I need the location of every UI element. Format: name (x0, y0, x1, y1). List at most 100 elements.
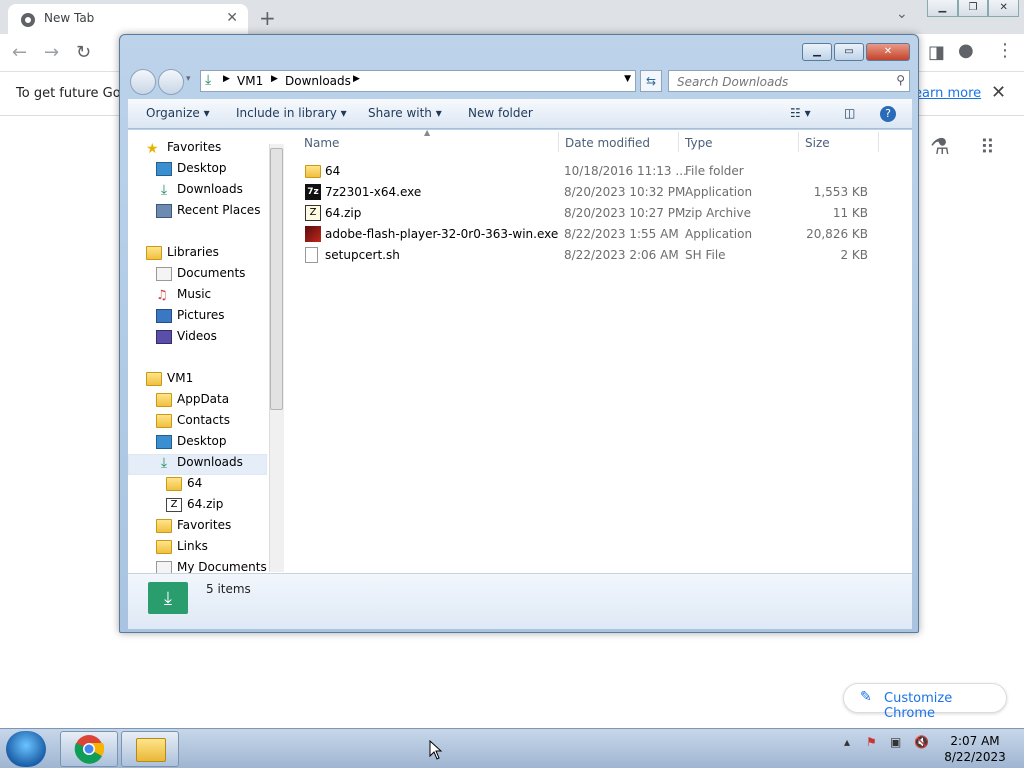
new-folder-button[interactable]: New folder (468, 106, 533, 120)
chevron-down-icon[interactable]: ▼ (624, 74, 631, 84)
file-icon (305, 247, 318, 263)
nav-label: Favorites (177, 518, 232, 532)
explorer-window-controls: ▁ ▭ ✕ (802, 43, 910, 61)
volume-muted-icon[interactable]: 🔇 (914, 735, 929, 749)
reload-icon[interactable]: ↻ (76, 42, 91, 63)
network-icon[interactable]: ▣ (890, 735, 901, 749)
explorer-maximize-button[interactable]: ▭ (834, 43, 864, 61)
include-in-library-button[interactable]: Include in library ▾ (236, 106, 347, 120)
column-name[interactable]: Name (304, 136, 339, 150)
start-button[interactable] (6, 731, 46, 767)
apps-icon[interactable]: ⠿ (980, 135, 995, 159)
organize-button[interactable]: Organize ▾ (146, 106, 210, 120)
nav-label: Desktop (177, 434, 227, 448)
nav-pictures[interactable]: Pictures (156, 308, 225, 329)
back-icon[interactable]: ← (12, 42, 27, 63)
nav-desktop[interactable]: Desktop (156, 161, 227, 182)
nav-desktop-vm1[interactable]: Desktop (156, 434, 227, 455)
pictures-icon (156, 308, 172, 323)
nav-libraries[interactable]: Libraries (146, 245, 219, 266)
column-type[interactable]: Type (685, 136, 713, 150)
nav-music[interactable]: ♫ Music (156, 287, 211, 308)
folder-icon (305, 165, 321, 178)
tab-search-icon[interactable]: ⌄ (896, 6, 908, 22)
help-icon[interactable]: ? (880, 106, 896, 122)
clock[interactable]: 2:07 AM 8/22/2023 (940, 733, 1010, 765)
nav-my-documents[interactable]: My Documents (156, 560, 267, 573)
chevron-right-icon[interactable]: ▶ (223, 74, 230, 84)
close-button[interactable]: ✕ (988, 0, 1020, 17)
file-type: Application (685, 185, 753, 199)
nav-appdata[interactable]: AppData (156, 392, 229, 413)
tab-title: New Tab (44, 11, 95, 25)
preview-pane-icon[interactable]: ◫ (844, 106, 855, 120)
minimize-button[interactable]: ▁ (927, 0, 958, 17)
column-separator[interactable] (558, 132, 559, 152)
file-date: 8/22/2023 1:55 AM (564, 227, 679, 241)
refresh-button[interactable]: ⇆ (640, 70, 662, 92)
file-row[interactable]: Z 64.zip 8/20/2023 10:27 PM zip Archive … (288, 203, 908, 224)
nav-documents[interactable]: Documents (156, 266, 245, 287)
downloads-icon: ⤓ (205, 72, 212, 88)
learn-more-link[interactable]: earn more (914, 86, 981, 101)
file-row[interactable]: setupcert.sh 8/22/2023 2:06 AM SH File 2… (288, 245, 908, 266)
breadcrumb-downloads[interactable]: Downloads (285, 74, 351, 88)
customize-chrome-button[interactable]: ✎ Customize Chrome (843, 683, 1007, 721)
search-input[interactable] (675, 74, 875, 90)
address-bar[interactable]: ⤓ ▶ VM1 ▶ Downloads ▶ ▼ (200, 70, 636, 92)
nav-links[interactable]: Links (156, 539, 208, 560)
back-button[interactable] (130, 69, 156, 95)
nav-favorites[interactable]: ★ Favorites (146, 140, 221, 161)
action-center-icon[interactable]: ⚑ (866, 735, 877, 749)
taskbar-explorer-button[interactable] (121, 731, 179, 767)
column-separator[interactable] (678, 132, 679, 152)
nav-scrollbar-thumb[interactable] (270, 148, 283, 410)
restore-button[interactable]: ❐ (957, 0, 989, 17)
column-size[interactable]: Size (805, 136, 830, 150)
nav-downloads[interactable]: ⤓ Downloads (156, 182, 243, 203)
chevron-right-icon[interactable]: ▶ (271, 74, 278, 84)
close-infobar-icon[interactable]: ✕ (991, 82, 1006, 103)
folder-icon (156, 518, 172, 533)
new-tab-button[interactable]: + (259, 6, 276, 30)
column-separator[interactable] (878, 132, 879, 152)
nav-label: Contacts (177, 413, 230, 427)
forward-button[interactable] (158, 69, 184, 95)
nav-label: Links (177, 539, 208, 553)
nav-sub-64[interactable]: 64 (166, 476, 202, 497)
recent-pages-icon[interactable]: ▾ (186, 74, 191, 84)
recent-places-icon (156, 203, 172, 218)
star-icon: ★ (146, 140, 159, 157)
menu-icon[interactable]: ⋮ (996, 40, 1014, 61)
column-date-modified[interactable]: Date modified (565, 136, 650, 150)
nav-downloads-vm1[interactable]: ⤓ Downloads (128, 454, 267, 475)
file-size: 20,826 KB (806, 227, 868, 241)
chevron-right-icon[interactable]: ▶ (353, 74, 360, 84)
nav-videos[interactable]: Videos (156, 329, 217, 350)
nav-favorites-vm1[interactable]: Favorites (156, 518, 231, 539)
file-row[interactable]: 64 10/18/2016 11:13 ... File folder (288, 161, 908, 182)
nav-vm1[interactable]: VM1 (146, 371, 193, 392)
close-tab-icon[interactable]: ✕ (226, 10, 238, 26)
search-box[interactable]: ⚲ (668, 70, 910, 92)
profile-icon[interactable]: ● (958, 40, 974, 61)
nav-contacts[interactable]: Contacts (156, 413, 230, 434)
nav-recent-places[interactable]: Recent Places (156, 203, 260, 224)
clock-time: 2:07 AM (950, 734, 1000, 748)
explorer-close-button[interactable]: ✕ (866, 43, 910, 61)
taskbar-chrome-button[interactable] (60, 731, 118, 767)
column-separator[interactable] (798, 132, 799, 152)
explorer-minimize-button[interactable]: ▁ (802, 43, 832, 61)
show-hidden-icons[interactable]: ▴ (844, 735, 850, 749)
forward-icon[interactable]: → (44, 42, 59, 63)
file-row[interactable]: 7z 7z2301-x64.exe 8/20/2023 10:32 PM App… (288, 182, 908, 203)
share-with-button[interactable]: Share with ▾ (368, 106, 442, 120)
file-name: setupcert.sh (325, 248, 400, 262)
file-row[interactable]: adobe-flash-player-32-0r0-363-win.exe 8/… (288, 224, 908, 245)
breadcrumb-vm1[interactable]: VM1 (237, 74, 263, 88)
labs-icon[interactable]: ⚗ (930, 135, 950, 160)
nav-sub-64zip[interactable]: Z 64.zip (166, 497, 223, 518)
view-options-icon[interactable]: ☷ ▾ (790, 106, 811, 120)
tab-new-tab[interactable]: New Tab ✕ (8, 4, 248, 34)
side-panel-icon[interactable]: ◨ (928, 42, 945, 63)
